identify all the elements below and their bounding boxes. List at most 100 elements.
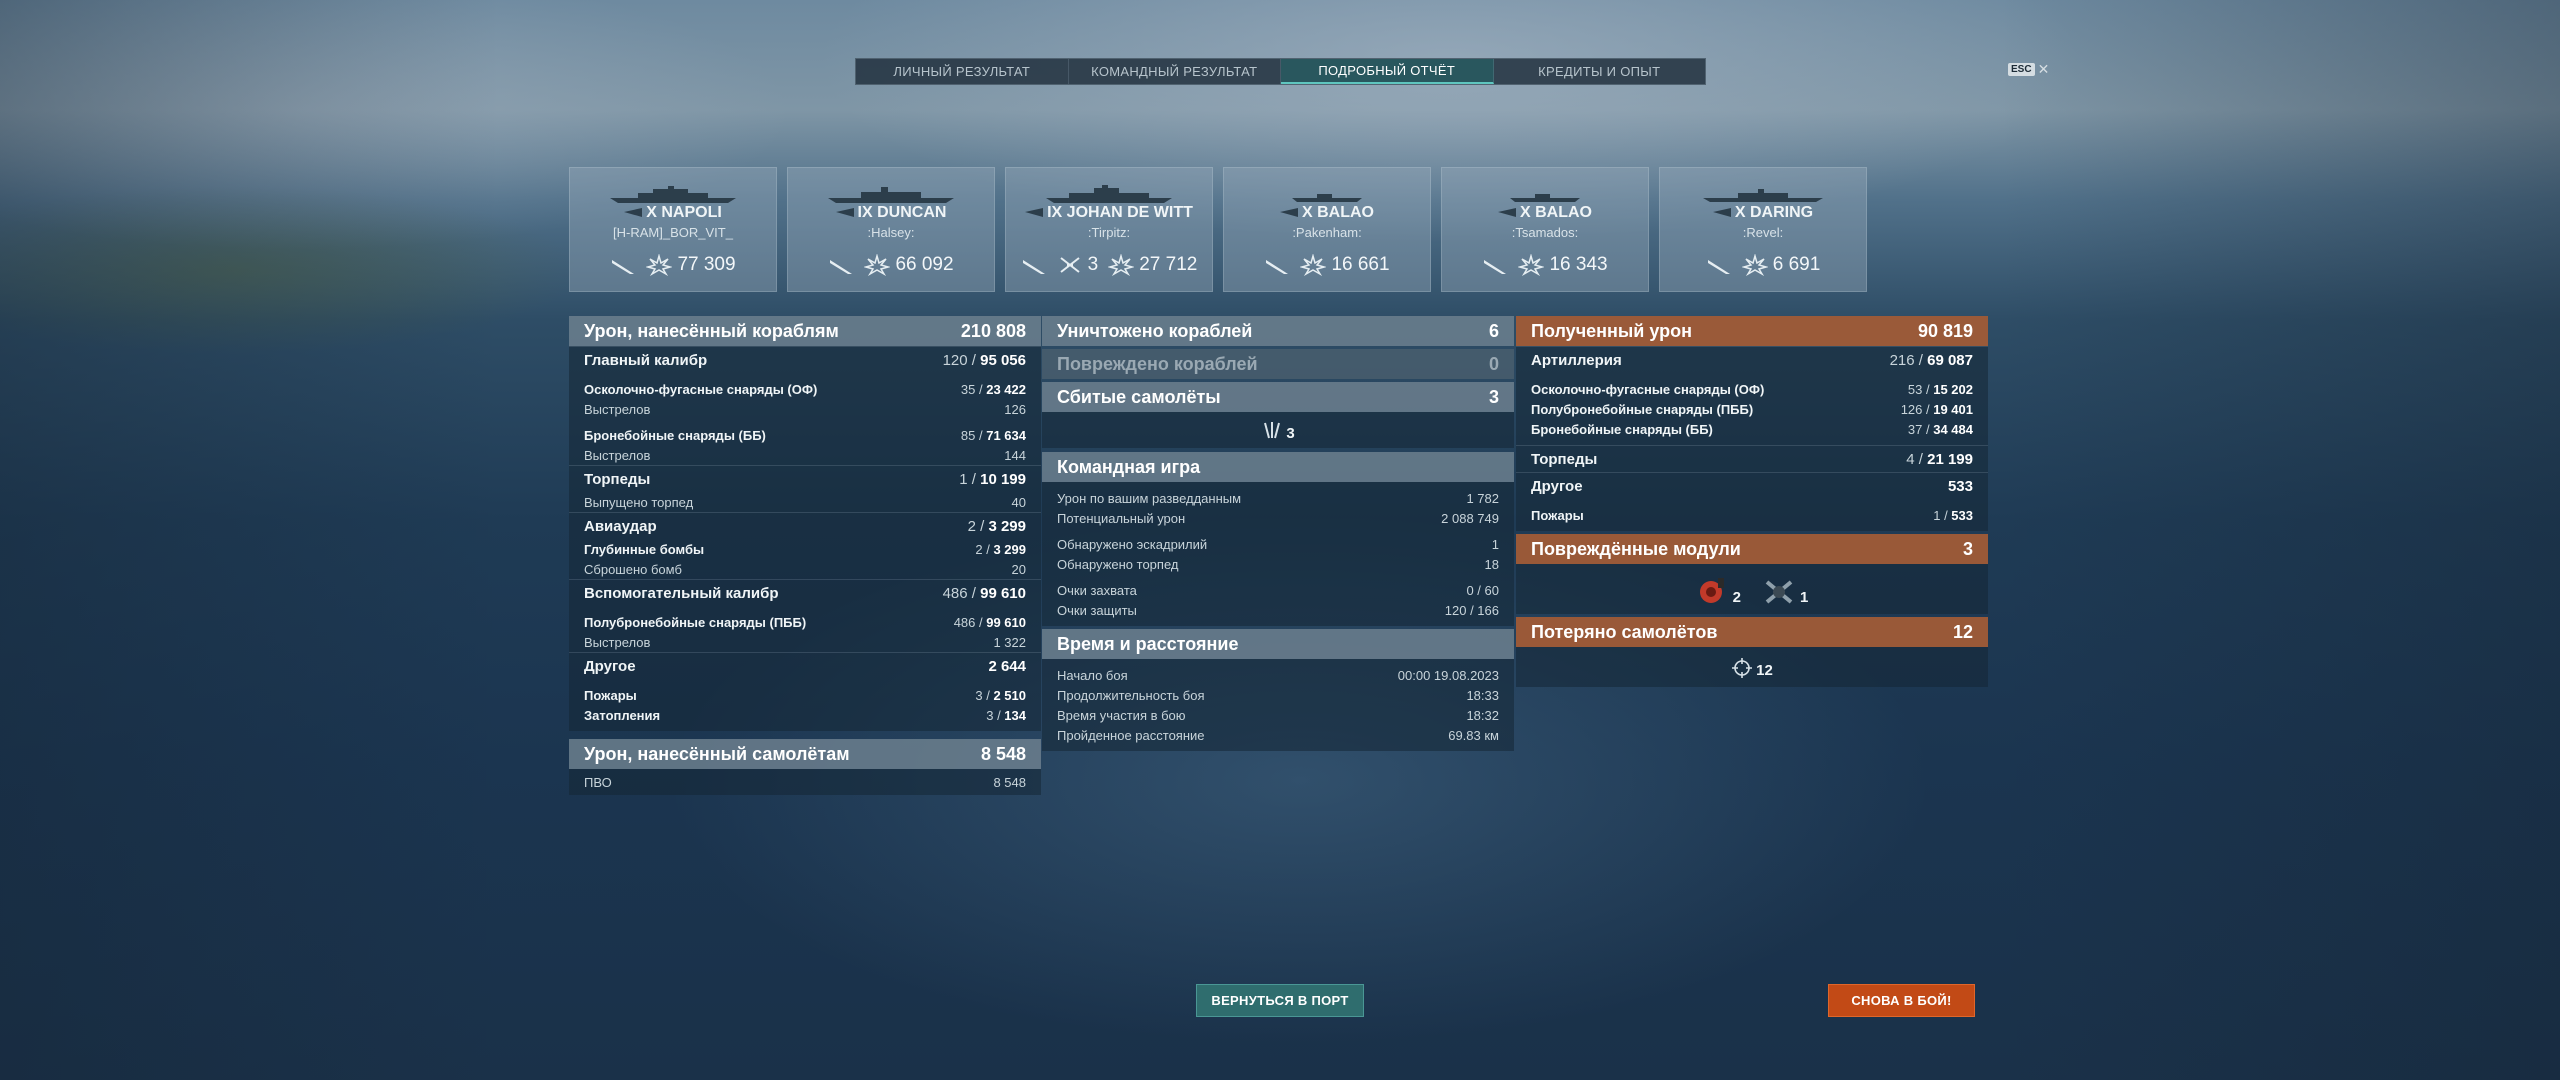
combat-summary-column: Уничтожено кораблей 6 Повреждено кораблей… (1042, 316, 1514, 754)
planes-damage-panel: Урон, нанесённый самолётам 8 548 ПВО 8 548 (569, 739, 1041, 795)
ship-silhouette-icon (1046, 185, 1172, 203)
planes-shot-badge: 3 (1261, 420, 1295, 442)
he-shots-row: Выстрелов 126 (584, 401, 1026, 417)
planes-shot-panel: Сбитые самолёты 3 3 (1042, 382, 1514, 448)
ship-stats: 66 092 (788, 254, 994, 276)
potential-damage-row: Потенциальный урон 2 088 749 (1057, 510, 1499, 526)
spotting-damage-row: Урон по вашим разведданным 1 782 (1057, 490, 1499, 506)
ship-class-icon (1498, 208, 1516, 218)
team-play-panel: Командная игра Урон по вашим разведданны… (1042, 452, 1514, 626)
sap-received-row: Полубронебойные снаряды (ПББ) 126 / 19 4… (1531, 401, 1973, 417)
damage-icon (1741, 254, 1768, 276)
tab-personal-result[interactable]: ЛИЧНЫЙ РЕЗУЛЬТАТ (856, 59, 1069, 84)
damage-icon (1518, 254, 1545, 276)
secondary-battery-row: Вспомогательный калибр 486 / 99 610 (569, 579, 1041, 606)
damaged-modules-panel: Повреждённые модули 3 2 1 (1516, 534, 1988, 614)
ships-damaged-header: Повреждено кораблей 0 (1042, 349, 1514, 379)
frag-icon (612, 260, 635, 274)
battle-again-button[interactable]: СНОВА В БОЙ! (1828, 984, 1975, 1017)
ship-stats: 16 661 (1224, 254, 1430, 276)
fires-row: Пожары 3 / 2 510 (584, 687, 1026, 703)
depth-charges-row: Глубинные бомбы 2 / 3 299 (584, 541, 1026, 557)
squadrons-spotted-row: Обнаружено эскадрилий 1 (1057, 536, 1499, 552)
ships-destroyed-header: Уничтожено кораблей 6 (1042, 316, 1514, 346)
ship-name: X NAPOLI (570, 204, 776, 222)
damage-value: 16 343 (1549, 254, 1608, 275)
tab-team-result[interactable]: КОМАНДНЫЙ РЕЗУЛЬТАТ (1069, 59, 1281, 84)
player-name: :Pakenham: (1292, 225, 1362, 240)
ap-received-row: Бронебойные снаряды (ББ) 37 / 34 484 (1531, 421, 1973, 437)
received-damage-header: Полученный урон 90 819 (1516, 316, 1988, 346)
damage-stat: 27 712 (1108, 254, 1197, 276)
module-badge: 2 (1696, 576, 1741, 606)
ship-stats: 3 27 712 (1006, 254, 1212, 276)
damage-received-column: Полученный урон 90 819 Артиллерия 216 / 6… (1516, 316, 1988, 690)
damage-dealt-column: Урон, нанесённый кораблям 210 808 Главный… (569, 316, 1041, 798)
frag-icon (830, 260, 853, 274)
damaged-modules-header: Повреждённые модули 3 (1516, 534, 1988, 564)
damage-icon (1108, 254, 1135, 276)
received-damage-panel: Полученный урон 90 819 Артиллерия 216 / 6… (1516, 316, 1988, 531)
planes-damage-header: Урон, нанесённый самолётам 8 548 (569, 739, 1041, 769)
player-name: :Tirpitz: (1087, 225, 1131, 240)
defense-points-row: Очки защиты 120 / 166 (1057, 602, 1499, 618)
damage-stat: 77 309 (646, 254, 736, 276)
frag-icon (1266, 260, 1289, 274)
ship-card[interactable]: X BALAO :Pakenham: 16 661 (1223, 167, 1431, 292)
damaged-modules-icons: 2 1 (1516, 564, 1988, 614)
return-to-port-button[interactable]: ВЕРНУТЬСЯ В ПОРТ (1196, 984, 1364, 1017)
plane-shot-icon (1060, 257, 1080, 273)
aa-row: ПВО 8 548 (584, 774, 1026, 790)
frag-icon (1707, 260, 1730, 274)
ship-silhouette-icon (828, 187, 954, 203)
he-received-row: Осколочно-фугасные снаряды (ОФ) 53 / 15 … (1531, 381, 1973, 397)
ship-card[interactable]: X DARING :Revel: 6 691 (1659, 167, 1867, 292)
torpedoes-received-row: Торпеды 4 / 21 199 (1516, 445, 1988, 472)
torpedoes-row: Торпеды 1 / 10 199 (569, 465, 1041, 492)
frag-icon (1484, 260, 1507, 274)
frag-icon (1022, 260, 1045, 274)
module-badge: 1 (1763, 576, 1808, 606)
ship-stats: 6 691 (1660, 254, 1866, 276)
ship-silhouette-icon (610, 186, 736, 203)
ship-stats: 77 309 (570, 254, 776, 276)
damaged-panel: Повреждено кораблей 0 (1042, 349, 1514, 379)
torpedoes-spotted-row: Обнаружено торпед 18 (1057, 556, 1499, 572)
ship-class-icon (1025, 208, 1044, 218)
ship-silhouette-icon (1703, 189, 1823, 202)
damage-stat: 6 691 (1741, 254, 1821, 276)
battle-duration-row: Продолжительность боя 18:33 (1057, 687, 1499, 703)
ship-class-icon (624, 208, 643, 218)
ship-name: X DARING (1660, 204, 1866, 222)
he-shells-row: Осколочно-фугасные снаряды (ОФ) 35 / 23 … (584, 381, 1026, 397)
damage-stat: 16 343 (1518, 254, 1608, 276)
ship-silhouette-icon (1510, 194, 1580, 202)
damage-value: 6 691 (1772, 254, 1821, 275)
close-button[interactable]: ESC ✕ (2008, 61, 2049, 78)
ship-card[interactable]: X BALAO :Tsamados: 16 343 (1441, 167, 1649, 292)
tab-detailed-report[interactable]: ПОДРОБНЫЙ ОТЧЁТ (1281, 59, 1494, 84)
sap-shells-row: Полубронебойные снаряды (ПББ) 486 / 99 6… (584, 614, 1026, 630)
lost-planes-icons: 12 (1516, 647, 1988, 687)
ship-class-icon (1280, 208, 1298, 218)
lost-planes-header: Потеряно самолётов 12 (1516, 617, 1988, 647)
ship-card[interactable]: IX JOHAN DE WITT :Tirpitz: 3 27 712 (1005, 167, 1213, 292)
team-play-header: Командная игра (1042, 452, 1514, 482)
damage-stat: 16 661 (1300, 254, 1390, 276)
damage-value: 27 712 (1139, 254, 1198, 275)
damage-stat: 66 092 (864, 254, 954, 276)
ship-name: IX DUNCAN (788, 204, 994, 222)
ship-card[interactable]: IX DUNCAN :Halsey: 66 092 (787, 167, 995, 292)
time-distance-panel: Время и расстояние Начало боя 00:00 19.08… (1042, 629, 1514, 751)
tab-credits-xp[interactable]: КРЕДИТЫ И ОПЫТ (1494, 59, 1706, 84)
airstrike-row: Авиаудар 2 / 3 299 (569, 512, 1041, 539)
distance-row: Пройденное расстояние 69.83 км (1057, 727, 1499, 743)
planes-shot-header: Сбитые самолёты 3 (1042, 382, 1514, 412)
player-name: :Tsamados: (1511, 225, 1579, 240)
esc-key-badge: ESC (2008, 63, 2035, 76)
ship-name: X BALAO (1224, 204, 1430, 222)
battle-start-row: Начало боя 00:00 19.08.2023 (1057, 667, 1499, 683)
ship-card[interactable]: X NAPOLI [H-RAM]_BOR_VIT_ 77 309 (569, 167, 777, 292)
main-caliber-row: Главный калибр 120 / 95 056 (569, 346, 1041, 373)
bombs-dropped-row: Сброшено бомб 20 (584, 561, 1026, 577)
